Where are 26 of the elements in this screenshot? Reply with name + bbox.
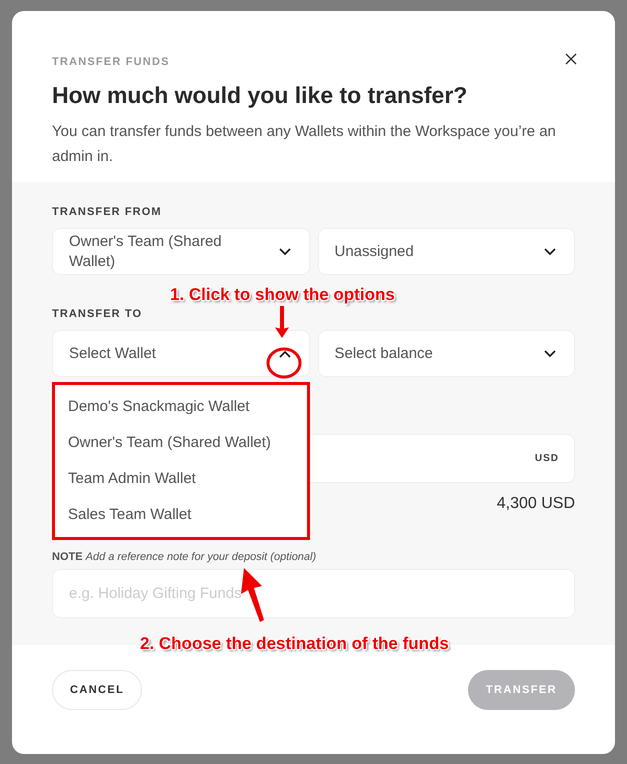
- field-label: TRANSFER TO: [52, 308, 144, 320]
- dialog-eyebrow: TRANSFER FUNDS: [52, 56, 170, 68]
- field-label: TRANSFER FROM: [52, 206, 163, 218]
- wallet-select[interactable]: Owner's Team (Shared Wallet): [52, 228, 310, 275]
- wallet-option[interactable]: Demo's Snackmagic Wallet: [55, 389, 307, 425]
- close-button[interactable]: [563, 51, 579, 67]
- chevron-down-icon: [278, 248, 290, 256]
- chevron-down-icon: [544, 350, 556, 358]
- annotation-circle: [266, 347, 302, 379]
- cancel-button[interactable]: CANCEL: [52, 670, 142, 710]
- dialog-title: How much would you like to transfer?: [52, 82, 468, 109]
- annotation-text: 2. Choose the destination of the funds: [140, 634, 449, 654]
- wallet-select[interactable]: Select Wallet: [52, 330, 310, 377]
- close-icon: [565, 53, 577, 65]
- balance-select[interactable]: Select balance: [318, 330, 575, 377]
- wallet-option[interactable]: Sales Team Wallet: [55, 497, 307, 533]
- annotation-arrow: [274, 306, 290, 338]
- chevron-up-icon: [278, 350, 290, 358]
- available-balance: 4,300 USD: [496, 495, 575, 513]
- currency-label: USD: [534, 453, 559, 464]
- balance-select[interactable]: Unassigned: [318, 228, 575, 275]
- chevron-down-icon: [544, 248, 556, 256]
- annotation-text: 1. Click to show the options: [170, 285, 395, 305]
- dialog-description: You can transfer funds between any Wallets within the Workspace you’re an admin in.: [52, 122, 557, 167]
- note-label: NOTE Add a reference note for your deposit (optional): [52, 551, 318, 563]
- annotation-arrow: [240, 568, 266, 622]
